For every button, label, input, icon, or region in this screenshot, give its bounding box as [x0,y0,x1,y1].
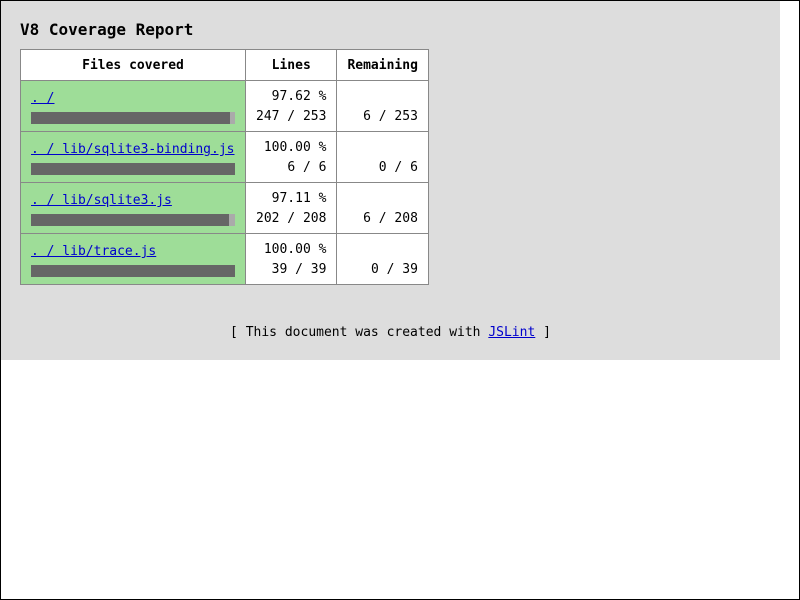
table-row: . / 97.62 % 247 / 253 6 / 253 [20,80,429,132]
lines-covered: 6 / 6 [287,160,327,175]
header-files-covered: Files covered [20,49,246,81]
lines-cell: 97.11 % 202 / 208 [244,182,338,234]
remaining-cell: 6 / 253 [336,80,429,132]
lines-cell: 100.00 % 39 / 39 [244,233,338,285]
file-link[interactable]: . / lib/sqlite3.js [31,192,235,210]
coverage-bar [31,112,235,124]
file-cell: . / lib/sqlite3-binding.js [20,131,246,183]
footer: [ This document was created with JSLint … [1,323,780,343]
footer-prefix: [ This document was created with [230,325,489,340]
lines-remaining: 0 / 39 [370,262,418,277]
remaining-cell: 6 / 208 [336,182,429,234]
lines-cell: 97.62 % 247 / 253 [244,80,338,132]
coverage-bar-fill [31,265,235,277]
lines-covered: 247 / 253 [256,109,327,124]
lines-covered: 202 / 208 [256,211,327,226]
coverage-bar-fill [31,112,231,124]
coverage-table: Files covered Lines Remaining . / 97.62 … [20,49,429,285]
lines-remaining: 6 / 208 [363,211,418,226]
coverage-percent: 100.00 % [263,140,327,155]
table-row: . / lib/sqlite3-binding.js 100.00 % 6 / … [20,131,429,183]
jslint-link[interactable]: JSLint [488,325,535,340]
coverage-percent: 97.62 % [271,89,327,104]
lines-covered: 39 / 39 [271,262,327,277]
coverage-bar-fill [31,214,230,226]
coverage-bar [31,214,235,226]
remaining-cell: 0 / 39 [336,233,429,285]
table-row: . / lib/trace.js 100.00 % 39 / 39 0 / 39 [20,233,429,285]
header-lines: Lines [244,49,338,81]
table-row: . / lib/sqlite3.js 97.11 % 202 / 208 6 /… [20,182,429,234]
page-title: V8 Coverage Report [20,20,194,39]
coverage-percent: 97.11 % [271,191,327,206]
table-header-row: Files covered Lines Remaining [20,49,429,81]
file-cell: . / [20,80,246,132]
footer-suffix: ] [535,325,551,340]
coverage-bar [31,265,235,277]
lines-cell: 100.00 % 6 / 6 [244,131,338,183]
file-cell: . / lib/trace.js [20,233,246,285]
lines-remaining: 0 / 6 [378,160,418,175]
remaining-cell: 0 / 6 [336,131,429,183]
report-panel: V8 Coverage Report Files covered Lines R… [1,1,780,360]
coverage-bar [31,163,235,175]
file-cell: . / lib/sqlite3.js [20,182,246,234]
file-link[interactable]: . / [31,90,235,108]
file-link[interactable]: . / lib/sqlite3-binding.js [31,141,235,159]
coverage-bar-fill [31,163,235,175]
file-link[interactable]: . / lib/trace.js [31,243,235,261]
coverage-percent: 100.00 % [263,242,327,257]
header-remaining: Remaining [336,49,429,81]
lines-remaining: 6 / 253 [363,109,418,124]
